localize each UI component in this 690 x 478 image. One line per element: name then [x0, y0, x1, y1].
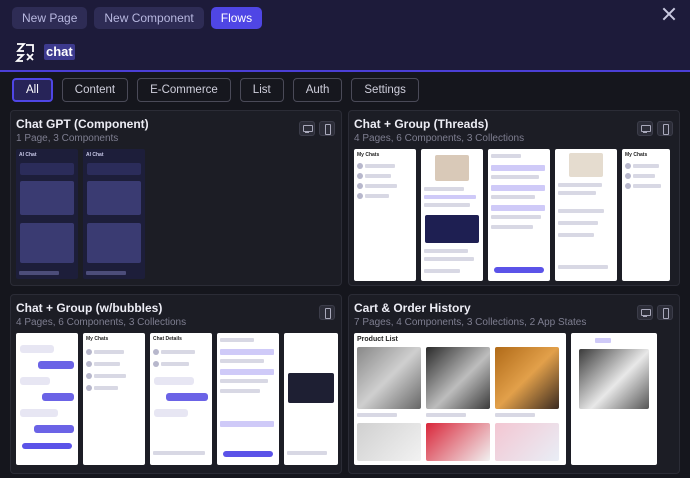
filter-settings[interactable]: Settings — [351, 78, 419, 102]
search-bar[interactable]: chat — [14, 40, 75, 64]
preview-title: Product List — [357, 336, 398, 343]
preview-screen: My Chats — [354, 149, 416, 281]
search-input[interactable]: chat — [44, 44, 75, 60]
preview-title: My Chats — [625, 152, 648, 158]
desktop-icon[interactable] — [299, 121, 315, 136]
desktop-icon[interactable] — [637, 305, 653, 320]
preview-screen: My Chats — [83, 333, 145, 465]
preview-screen — [421, 149, 483, 281]
tab-new-page[interactable]: New Page — [12, 7, 88, 29]
card-subtitle: 4 Pages, 6 Components, 3 Collections — [354, 133, 525, 144]
product-image — [357, 423, 421, 461]
flow-card-chat-group-bubbles[interactable]: Chat + Group (w/bubbles) 4 Pages, 6 Comp… — [10, 294, 342, 474]
card-title: Cart & Order History — [354, 301, 471, 315]
product-image — [495, 347, 559, 409]
mobile-icon[interactable] — [657, 305, 673, 320]
card-subtitle: 4 Pages, 6 Components, 3 Collections — [16, 317, 187, 328]
mobile-icon[interactable] — [657, 121, 673, 136]
filter-list[interactable]: List — [239, 78, 284, 102]
card-title: Chat GPT (Component) — [16, 117, 149, 131]
flow-card-cart-order-history[interactable]: Cart & Order History 7 Pages, 4 Componen… — [348, 294, 680, 474]
device-toggle — [299, 121, 335, 136]
preview-screen: Chat Details — [150, 333, 212, 465]
filter-all[interactable]: All — [12, 78, 53, 102]
preview-title: My Chats — [86, 336, 109, 342]
preview-strip: Product List — [354, 333, 657, 465]
filter-content[interactable]: Content — [61, 78, 129, 102]
app-logo-icon — [14, 43, 34, 62]
top-tabs: New Page New Component Flows — [12, 7, 263, 29]
filter-e-commerce[interactable]: E-Commerce — [137, 78, 231, 102]
filter-auth[interactable]: Auth — [292, 78, 343, 102]
preview-strip: AI Chat AI Chat — [16, 149, 145, 279]
device-toggle — [637, 121, 673, 136]
product-image — [426, 423, 490, 461]
product-image — [357, 347, 421, 409]
preview-strip: My Chats My Chats — [354, 149, 670, 281]
product-image — [579, 349, 649, 409]
preview-screen — [571, 333, 657, 465]
flow-card-chat-group-threads[interactable]: Chat + Group (Threads) 4 Pages, 6 Compon… — [348, 110, 680, 286]
card-title: Chat + Group (Threads) — [354, 117, 489, 131]
product-image — [495, 423, 559, 461]
device-toggle — [637, 305, 673, 320]
preview-title: AI Chat — [19, 152, 37, 158]
mobile-icon[interactable] — [319, 305, 335, 320]
tab-new-component[interactable]: New Component — [94, 7, 204, 29]
card-subtitle: 1 Page, 3 Components — [16, 133, 119, 144]
device-toggle — [319, 305, 335, 320]
tab-flows[interactable]: Flows — [210, 7, 263, 29]
preview-screen: AI Chat — [16, 149, 78, 279]
preview-screen — [16, 333, 78, 465]
close-icon[interactable] — [662, 7, 676, 21]
preview-title: Chat Details — [153, 336, 182, 342]
preview-screen: Product List — [354, 333, 566, 465]
preview-screen — [488, 149, 550, 281]
category-filters: All Content E-Commerce List Auth Setting… — [12, 78, 419, 102]
preview-strip: My Chats Chat Details — [16, 333, 338, 465]
preview-screen: My Chats — [622, 149, 670, 281]
modal-header: New Page New Component Flows chat — [0, 0, 690, 72]
flow-card-chat-gpt[interactable]: Chat GPT (Component) 1 Page, 3 Component… — [10, 110, 342, 286]
preview-screen — [555, 149, 617, 281]
card-title: Chat + Group (w/bubbles) — [16, 301, 163, 315]
preview-screen — [284, 333, 338, 465]
card-subtitle: 7 Pages, 4 Components, 3 Collections, 2 … — [354, 317, 587, 328]
preview-title: My Chats — [357, 152, 380, 158]
desktop-icon[interactable] — [637, 121, 653, 136]
preview-title: AI Chat — [86, 152, 104, 158]
product-image — [426, 347, 490, 409]
mobile-icon[interactable] — [319, 121, 335, 136]
preview-screen: AI Chat — [83, 149, 145, 279]
preview-screen — [217, 333, 279, 465]
